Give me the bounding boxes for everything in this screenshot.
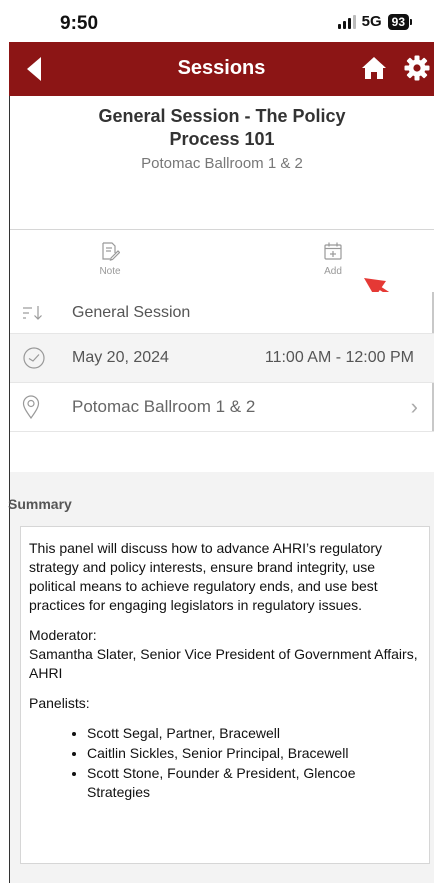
note-button[interactable]: Note [55,230,165,290]
panelists-label: Panelists: [29,695,90,711]
moderator-name: Samantha Slater, Senior Vice President o… [29,646,418,681]
signal-icon [337,14,356,29]
calendar-add-icon [324,242,342,260]
session-location-row[interactable]: Potomac Ballroom 1 & 2 › [10,383,434,432]
session-time-row: May 20, 2024 11:00 AM - 12:00 PM [10,334,434,383]
panelist-item: Caitlin Sickles, Senior Principal, Brace… [87,744,421,763]
summary-content: This panel will discuss how to advance A… [20,526,430,864]
session-type: General Session [72,303,191,321]
session-title-line-2: Process 101 [169,129,275,149]
back-button[interactable] [23,55,47,83]
location-name: Potomac Ballroom 1 & 2 [72,397,256,416]
session-date: May 20, 2024 [72,349,169,366]
nav-bar: Sessions [9,42,434,96]
clock-icon [23,347,45,369]
summary-heading: Summary [8,496,72,512]
note-icon [102,242,120,261]
battery-icon [410,18,412,25]
status-time: 9:50 [60,13,99,34]
sort-icon [23,305,42,320]
chevron-right-icon: › [410,394,418,419]
session-location: Potomac Ballroom 1 & 2 [141,155,303,172]
moderator-block: Moderator: Samantha Slater, Senior Vice … [29,626,421,683]
back-arrow-icon [27,57,41,81]
session-title-line-1: General Session - The Policy [98,106,346,126]
gear-icon [404,55,430,81]
session-type-row: General Session [10,292,434,334]
home-button[interactable] [360,55,388,81]
moderator-label: Moderator: [29,627,97,643]
settings-button[interactable] [403,54,431,82]
panelist-item: Scott Segal, Partner, Bracewell [87,724,421,743]
battery-level: 93 [387,13,409,30]
location-pin-icon [22,395,40,419]
session-time-range: 11:00 AM - 12:00 PM [264,349,414,366]
panelists-list: Scott Segal, Partner, Bracewell Caitlin … [29,724,421,802]
session-details: General Session May 20, 2024 11:00 AM - … [10,292,434,432]
status-indicators: 5G 93 [337,13,412,30]
status-bar: 9:50 5G 93 [0,0,434,42]
session-title: General Session - The Policy Process 101 [10,105,434,151]
panelist-item: Scott Stone, Founder & President, Glenco… [87,764,421,802]
home-icon [362,57,386,79]
note-label: Note [99,266,121,277]
network-type: 5G [361,13,382,30]
summary-paragraph: This panel will discuss how to advance A… [29,540,383,613]
